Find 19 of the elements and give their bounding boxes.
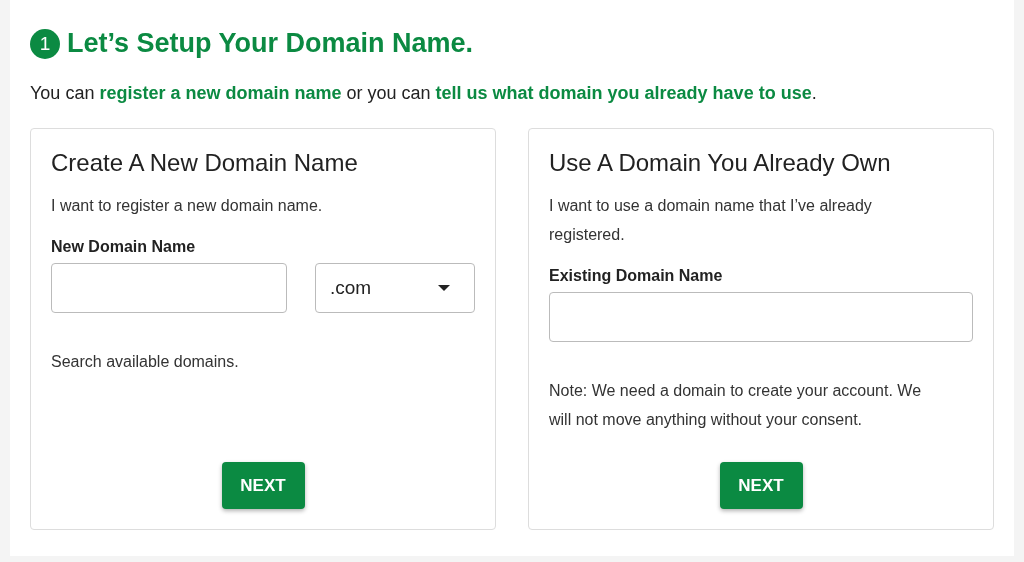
card-description: I want to use a domain name that I’ve already registered. [549, 196, 873, 245]
card-heading: Create A New Domain Name [51, 149, 359, 177]
intro-link[interactable]: tell us what domain you already have to use [435, 83, 812, 103]
tld-select[interactable]: .com [315, 263, 475, 313]
card-note: Note: We need a domain to create your account. We will not move anything without your consent. [549, 381, 923, 430]
next-button[interactable]: NEXT [221, 462, 305, 509]
domain-input-field[interactable] [549, 292, 973, 342]
field-label: New Domain Name [51, 238, 197, 256]
caret-icon [438, 285, 450, 291]
domain-input-field[interactable] [51, 263, 287, 313]
page-title: Let’s Setup Your Domain Name. [67, 28, 474, 59]
step-number-badge: 1 [30, 28, 60, 59]
intro-link[interactable]: register a new domain name [99, 83, 342, 103]
card-description: I want to register a new domain name. [51, 196, 324, 216]
field-label: Existing Domain Name [549, 267, 724, 285]
intro-text: You can register a new domain name or you can tell us what domain you already have to use. [30, 83, 818, 104]
next-button[interactable]: NEXT [719, 462, 803, 509]
card-note: Search available domains. [51, 352, 240, 372]
card-heading: Use A Domain You Already Own [549, 149, 892, 177]
